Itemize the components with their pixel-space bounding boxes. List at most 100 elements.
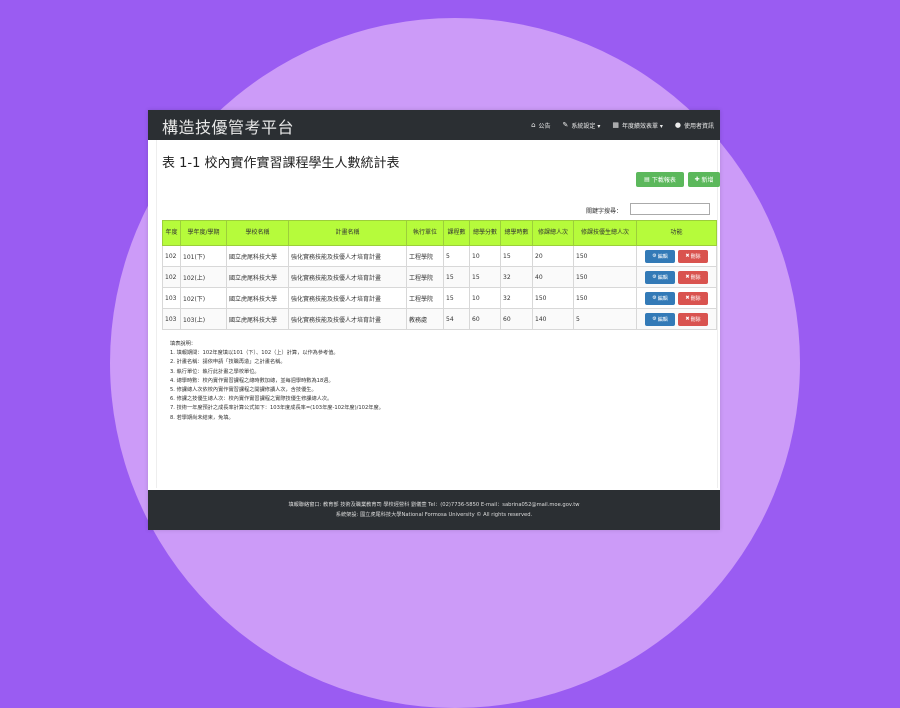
column-header: 修課技優生總人次 — [573, 220, 637, 246]
nav-menu: ⌂ 公告 ✎ 系統設定 ▾ ▦ 年度績效表單 ▾ ● 使用者資訊 — [531, 110, 714, 140]
table-cell: 5 — [443, 245, 470, 267]
save-icon: ▤ — [644, 176, 650, 183]
nav-user-info[interactable]: ● 使用者資訊 — [675, 121, 714, 130]
table-cell: 60 — [500, 308, 533, 330]
delete-label: 刪除 — [690, 295, 701, 302]
table-cell: 5 — [573, 308, 637, 330]
delete-label: 刪除 — [690, 253, 701, 260]
note-item: 6. 修課之技優生總人次：校內實作實習課程之實際技優生修課總人次。 — [170, 396, 333, 403]
note-item: 7. 技術一年度預計之成長率計算公式如下：103年度成長率=(103年度-102… — [170, 405, 384, 412]
table-cell: 140 — [532, 308, 574, 330]
search-label: 關鍵字搜尋： — [586, 208, 623, 215]
delete-button[interactable]: ✖ 刪除 — [678, 270, 708, 284]
delete-button[interactable]: ✖ 刪除 — [678, 312, 708, 326]
download-label: 下載報表 — [651, 177, 676, 184]
brand-title[interactable]: 構造技優管考平台 — [162, 114, 294, 138]
close-icon: ✖ — [685, 316, 690, 322]
actions-cell: ⚙ 編輯 ✖ 刪除 — [636, 245, 717, 267]
table-row: 103 102(下) 國立虎尾科技大學 強化實務技能及技優人才培育計畫 工程學院… — [162, 287, 717, 309]
column-header: 計畫名稱 — [288, 220, 407, 246]
table-cell: 強化實務技能及技優人才培育計畫 — [288, 266, 407, 288]
table-cell: 國立虎尾科技大學 — [226, 308, 289, 330]
table-cell: 54 — [443, 308, 470, 330]
delete-button[interactable]: ✖ 刪除 — [678, 291, 708, 305]
edit-button[interactable]: ⚙ 編輯 — [645, 270, 675, 284]
table-cell: 國立虎尾科技大學 — [226, 245, 289, 267]
column-header: 學年度/學期 — [180, 220, 227, 246]
column-header: 執行單位 — [406, 220, 444, 246]
actions-cell: ⚙ 編輯 ✖ 刪除 — [636, 308, 717, 330]
edit-label: 編輯 — [657, 253, 668, 260]
delete-button[interactable]: ✖ 刪除 — [678, 249, 708, 263]
table-cell: 102(下) — [180, 287, 227, 309]
nav-annual-forms[interactable]: ▦ 年度績效表單 ▾ — [612, 121, 663, 130]
actions-cell: ⚙ 編輯 ✖ 刪除 — [636, 266, 717, 288]
edit-button[interactable]: ⚙ 編輯 — [645, 291, 675, 305]
close-icon: ✖ — [685, 295, 690, 301]
actions-cell: ⚙ 編輯 ✖ 刪除 — [636, 287, 717, 309]
footer-copyright: 系統架設: 國立虎尾科技大學National Formosa Universit… — [335, 512, 533, 518]
table-row: 102 102(上) 國立虎尾科技大學 強化實務技能及技優人才培育計畫 工程學院… — [162, 266, 717, 288]
delete-label: 刪除 — [690, 274, 701, 281]
top-navbar: 構造技優管考平台 ⌂ 公告 ✎ 系統設定 ▾ ▦ 年度績效表單 ▾ ● 使用者資… — [148, 110, 720, 140]
table-cell: 15 — [500, 245, 533, 267]
note-item: 5. 修課總人次依校內實作實習課程之開課修讀人次，含技優生。 — [170, 387, 317, 394]
form-notes: 填表說明： 1. 填報期間：102年度填以101（下）、102（上）計算，以作為… — [170, 340, 384, 423]
home-icon: ⌂ — [531, 121, 536, 129]
edit-label: 編輯 — [657, 316, 668, 323]
note-item: 3. 執行單位：執行此計畫之學校單位。 — [170, 368, 260, 375]
table-cell: 教務處 — [406, 308, 444, 330]
table-cell: 60 — [469, 308, 501, 330]
browser-screen: 構造技優管考平台 ⌂ 公告 ✎ 系統設定 ▾ ▦ 年度績效表單 ▾ ● 使用者資… — [148, 110, 720, 530]
column-header: 修課總人次 — [532, 220, 574, 246]
table-cell: 32 — [500, 266, 533, 288]
column-header: 年度 — [162, 220, 181, 246]
table-cell: 強化實務技能及技優人才培育計畫 — [288, 308, 407, 330]
table-cell: 強化實務技能及技優人才培育計畫 — [288, 287, 407, 309]
delete-label: 刪除 — [690, 316, 701, 323]
user-icon: ● — [674, 121, 681, 129]
table-cell: 國立虎尾科技大學 — [226, 266, 289, 288]
edit-button[interactable]: ⚙ 編輯 — [645, 249, 675, 263]
table-cell: 103 — [162, 308, 181, 330]
close-icon: ✖ — [685, 253, 690, 259]
edit-button[interactable]: ⚙ 編輯 — [645, 312, 675, 326]
add-button[interactable]: ✚ 新增 — [688, 172, 720, 187]
note-item: 2. 計畫名稱：請依申請「技職再造」之計畫名稱。 — [170, 359, 286, 366]
download-report-button[interactable]: ▤ 下載報表 — [636, 172, 684, 187]
footer: 填報聯絡窗口: 教育部 技術及職業教育司 學校經營科 劉儀萱 Tel：(02)7… — [148, 490, 720, 530]
gear-icon: ⚙ — [652, 295, 657, 301]
statistics-table: 年度 學年度/學期 學校名稱 計畫名稱 執行單位 課程數 總學分數 總學時數 修… — [162, 220, 717, 330]
table-cell: 150 — [532, 287, 574, 309]
column-header: 總學時數 — [500, 220, 533, 246]
table-cell: 工程學院 — [406, 287, 444, 309]
nav-label: 系統設定 ▾ — [571, 122, 601, 130]
table-header-row: 年度 學年度/學期 學校名稱 計畫名稱 執行單位 課程數 總學分數 總學時數 修… — [162, 220, 717, 246]
note-item: 1. 填報期間：102年度填以101（下）、102（上）計算，以作為參考值。 — [170, 350, 339, 357]
table-cell: 103 — [162, 287, 181, 309]
notes-heading: 填表說明： — [170, 341, 196, 347]
search-input[interactable] — [630, 203, 710, 215]
gear-icon: ⚙ — [652, 253, 657, 259]
table-cell: 15 — [469, 266, 501, 288]
table-cell: 20 — [532, 245, 574, 267]
table-cell: 15 — [443, 287, 470, 309]
column-header: 功能 — [636, 220, 717, 246]
table-row: 102 101(下) 國立虎尾科技大學 強化實務技能及技優人才培育計畫 工程學院… — [162, 245, 717, 267]
gear-icon: ⚙ — [652, 274, 657, 280]
gear-icon: ⚙ — [652, 316, 657, 322]
table-cell: 150 — [573, 245, 637, 267]
table-cell: 32 — [500, 287, 533, 309]
column-header: 總學分數 — [469, 220, 501, 246]
edit-label: 編輯 — [657, 295, 668, 302]
table-cell: 102(上) — [180, 266, 227, 288]
plus-icon: ✚ — [694, 176, 700, 183]
table-icon: ▦ — [612, 121, 619, 129]
add-label: 新增 — [701, 177, 714, 184]
nav-announcements[interactable]: ⌂ 公告 — [531, 121, 550, 130]
table-cell: 103(上) — [180, 308, 227, 330]
table-cell: 強化實務技能及技優人才培育計畫 — [288, 245, 407, 267]
nav-system-settings[interactable]: ✎ 系統設定 ▾ — [563, 121, 601, 130]
table-cell: 102 — [162, 266, 181, 288]
close-icon: ✖ — [685, 274, 690, 280]
